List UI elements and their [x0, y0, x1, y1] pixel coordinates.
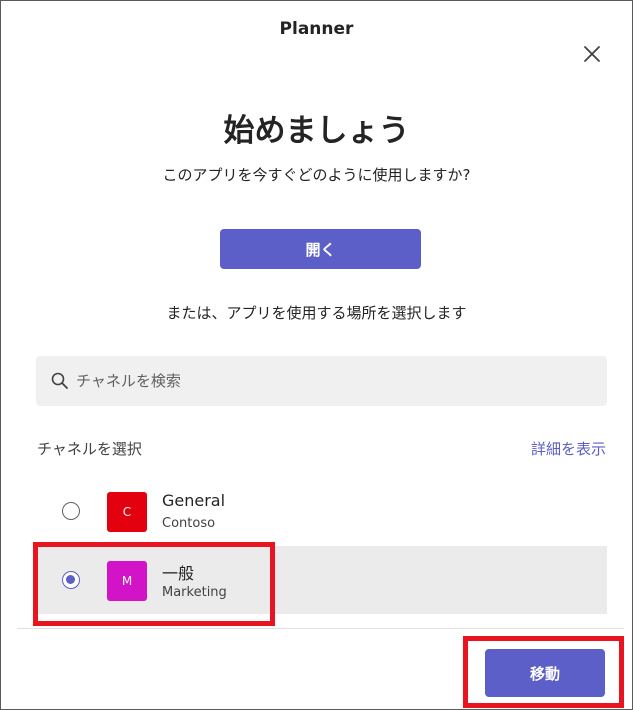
- dialog: Planner 始めましょう このアプリを今すぐどのように使用しますか? 開く …: [0, 0, 633, 710]
- channel-row-general[interactable]: C General Contoso: [36, 477, 607, 545]
- usage-question: このアプリを今すぐどのように使用しますか?: [162, 166, 471, 184]
- close-button[interactable]: [579, 41, 605, 67]
- search-box[interactable]: [36, 356, 607, 406]
- open-button[interactable]: 開く: [220, 229, 421, 269]
- highlight-box-go-button: [463, 636, 624, 708]
- choose-location-text: または、アプリを使用する場所を選択します: [166, 304, 467, 322]
- channel-name: General: [162, 491, 226, 510]
- channel-radio-general[interactable]: [62, 502, 80, 520]
- search-icon: [51, 372, 68, 389]
- app-title: Planner: [279, 19, 354, 39]
- close-icon: [584, 46, 600, 62]
- search-input[interactable]: [74, 371, 578, 391]
- footer-divider: [17, 628, 624, 629]
- channel-section-label: チャネルを選択: [37, 440, 142, 458]
- team-name: Contoso: [162, 516, 216, 531]
- show-details-link[interactable]: 詳細を表示: [531, 438, 606, 459]
- team-avatar: C: [107, 492, 147, 532]
- page-title: 始めましょう: [223, 113, 410, 149]
- highlight-box-selected-channel: [33, 542, 275, 626]
